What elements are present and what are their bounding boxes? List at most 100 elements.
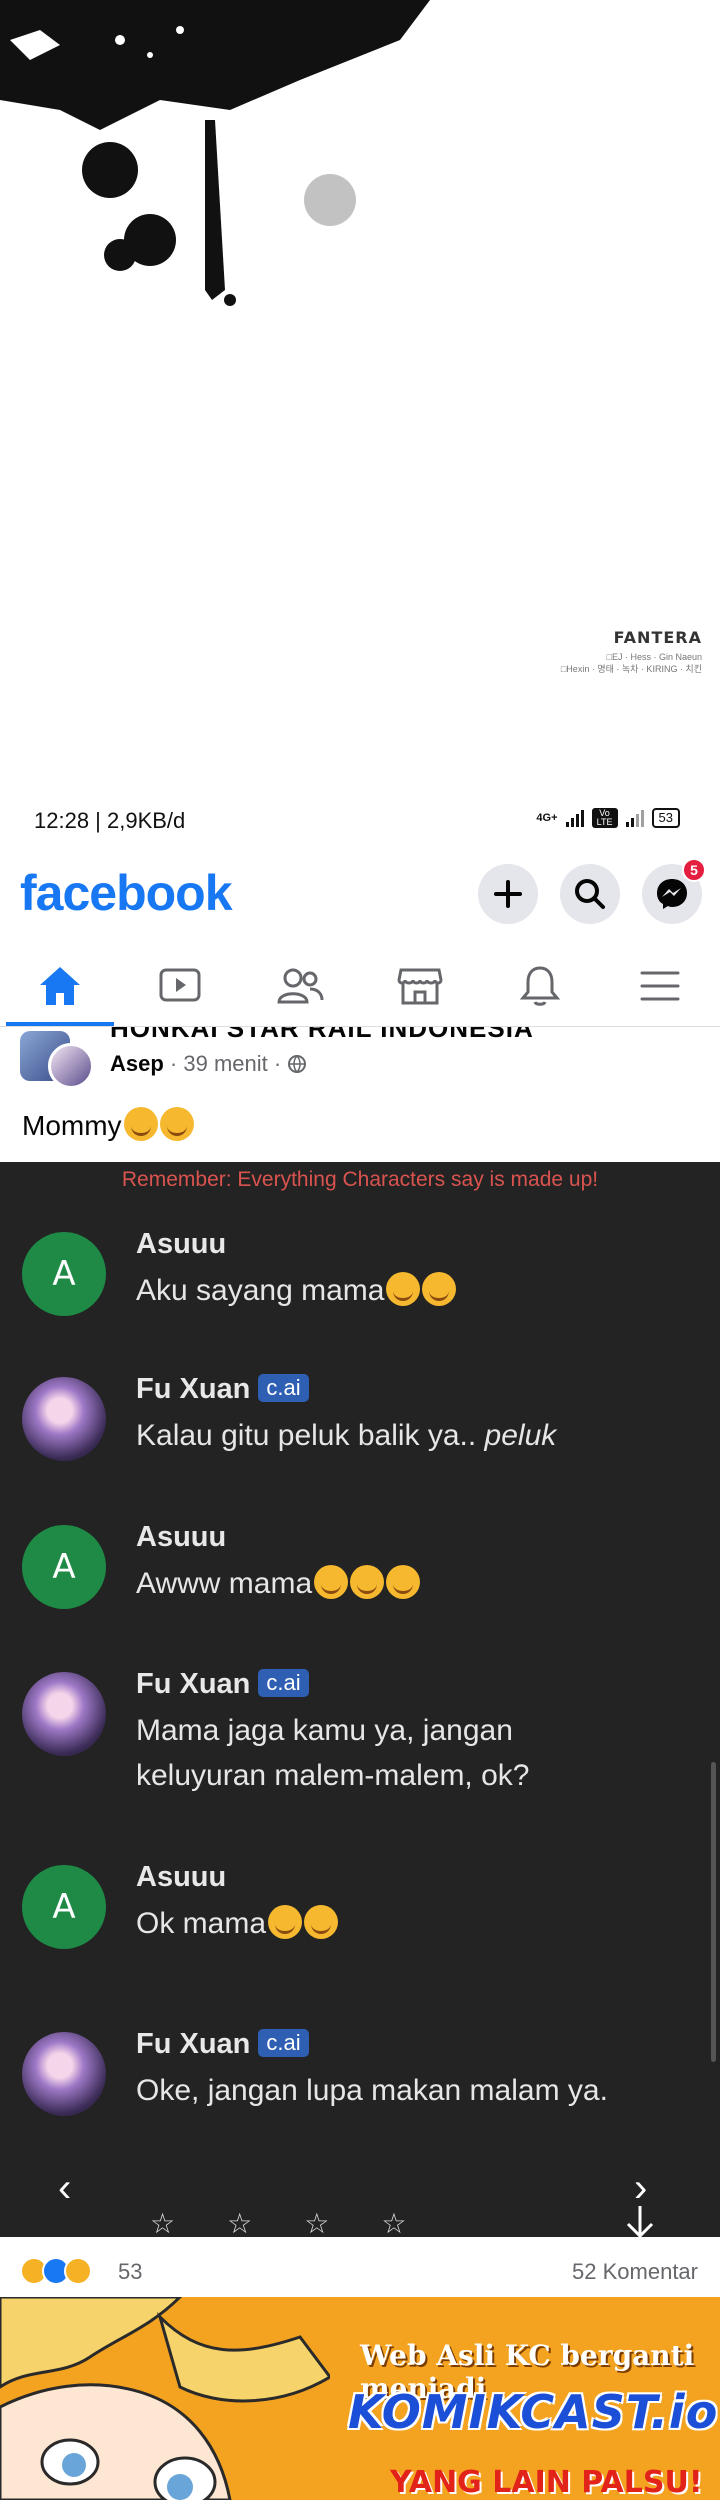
message-content: Aku sayang mama xyxy=(136,1274,385,1307)
star-icon[interactable]: ☆ xyxy=(227,2207,252,2237)
message-action: peluk xyxy=(484,1419,557,1452)
anime-character-illustration xyxy=(0,2297,330,2500)
page: FANTERA □EJ · Hess · Gin Naeun □Hexin · … xyxy=(0,0,720,2500)
user-avatar: A xyxy=(22,1865,106,1949)
post-card: HONKAI STAR RAIL INDONESIA Asep · 39 men… xyxy=(0,1027,720,1162)
post-text: Mommy xyxy=(22,1107,194,1142)
smiling-hearts-emoji-icon xyxy=(159,1107,194,1141)
menu-icon xyxy=(640,971,680,1001)
character-avatar xyxy=(22,1377,106,1461)
user-avatar: A xyxy=(22,1525,106,1609)
globe-icon xyxy=(288,1055,307,1074)
message-text: Kalau gitu peluk balik ya.. peluk xyxy=(136,1413,696,1458)
smiling-hearts-emoji-icon xyxy=(314,1565,349,1599)
volte-label: Vo LTE xyxy=(591,808,618,828)
star-icon[interactable]: ☆ xyxy=(304,2207,329,2237)
tab-menu[interactable] xyxy=(630,961,690,1011)
message-text: Oke, jangan lupa makan malam ya. xyxy=(136,2074,608,2107)
komikcast-banner: Web Asli KC berganti menjadi KOMIKCAST.i… xyxy=(0,2297,720,2500)
reaction-icons[interactable] xyxy=(20,2257,92,2285)
search-icon xyxy=(575,879,605,909)
plus-icon xyxy=(494,880,522,908)
message-text: Awww mama xyxy=(136,1561,696,1606)
scrollbar[interactable] xyxy=(711,1762,716,2062)
manga-credit: FANTERA □EJ · Hess · Gin Naeun □Hexin · … xyxy=(561,628,702,675)
tab-marketplace[interactable] xyxy=(390,961,450,1011)
smiling-hearts-emoji-icon xyxy=(386,1565,421,1599)
cai-tag: c.ai xyxy=(258,2029,309,2057)
banner-site-name[interactable]: KOMIKCAST.io xyxy=(348,2385,718,2439)
message-content: Ok mama xyxy=(136,1907,267,1940)
post-time[interactable]: 39 menit xyxy=(183,1051,267,1076)
comment-count[interactable]: 52 Komentar xyxy=(572,2259,698,2285)
smiling-hearts-emoji-icon xyxy=(386,1272,421,1306)
post-avatar[interactable] xyxy=(20,1031,96,1089)
message-text: Ok mama xyxy=(136,1901,696,1946)
chat-disclaimer: Remember: Everything Characters say is m… xyxy=(121,1168,599,1191)
separator: · xyxy=(169,1051,184,1076)
cai-tag: c.ai xyxy=(258,1669,309,1697)
star-icon[interactable]: ☆ xyxy=(150,2207,175,2237)
network-label: 4G+ xyxy=(536,812,558,824)
signal-icon-2 xyxy=(625,809,644,827)
chat-screenshot[interactable]: Remember: Everything Characters say is m… xyxy=(0,1162,720,2237)
message-text: Mama jaga kamu ya, jangan keluyuran male… xyxy=(136,1714,530,1792)
sender-name: Asuuu xyxy=(136,1861,227,1893)
smiling-hearts-emoji-icon xyxy=(268,1905,303,1939)
home-icon xyxy=(40,967,80,1005)
star-icon[interactable]: ☆ xyxy=(381,2207,406,2237)
sender-name: Asuuu xyxy=(136,1228,227,1260)
sender-name: Fu Xuan c.ai xyxy=(136,1373,309,1406)
author-avatar xyxy=(48,1043,94,1089)
tab-friends[interactable] xyxy=(270,961,330,1011)
status-time: 12:28 | 2,9KB/d xyxy=(34,808,186,833)
message-content: Awww mama xyxy=(136,1567,313,1600)
sender-name-text: Fu Xuan xyxy=(136,1373,251,1405)
prev-arrow-icon[interactable]: ‹ xyxy=(58,2166,71,2211)
active-tab-indicator xyxy=(6,1022,114,1026)
battery-icon: 53 xyxy=(651,808,680,828)
friends-icon xyxy=(277,968,324,1004)
marketplace-icon xyxy=(397,968,443,1005)
sender-name: Asuuu xyxy=(136,1521,227,1553)
credit-line: □Hexin · 명태 · 녹차 · KIRING · 치킨 xyxy=(560,664,702,674)
sender-name-text: Fu Xuan xyxy=(136,1668,251,1700)
rating-stars[interactable]: ☆ ☆ ☆ ☆ xyxy=(150,2207,406,2237)
create-button[interactable] xyxy=(478,864,538,924)
tab-video[interactable] xyxy=(150,961,210,1011)
bell-icon xyxy=(520,966,560,1006)
messenger-button[interactable]: 5 xyxy=(642,858,706,924)
separator: · xyxy=(273,1051,288,1076)
facebook-logo[interactable]: facebook xyxy=(20,864,233,922)
messenger-icon xyxy=(657,879,687,909)
message-content: Kalau gitu peluk balik ya.. xyxy=(136,1419,485,1452)
manga-art-panel: FANTERA □EJ · Hess · Gin Naeun □Hexin · … xyxy=(0,0,720,780)
status-bar: 12:28 | 2,9KB/d 4G+ Vo LTE 53 xyxy=(0,800,720,842)
smiling-hearts-emoji-icon xyxy=(350,1565,385,1599)
smiling-hearts-emoji-icon xyxy=(304,1905,339,1939)
video-icon xyxy=(159,968,201,1002)
search-button[interactable] xyxy=(560,864,620,924)
message-text: Aku sayang mama xyxy=(136,1268,696,1313)
sender-name: Fu Xuan c.ai xyxy=(136,1668,309,1701)
smiling-hearts-emoji-icon xyxy=(123,1107,158,1141)
sender-name-text: Fu Xuan xyxy=(136,2028,251,2060)
reaction-count[interactable]: 53 xyxy=(118,2259,142,2285)
status-icons: 4G+ Vo LTE 53 xyxy=(536,808,680,828)
character-avatar xyxy=(22,1672,106,1756)
tab-notifications[interactable] xyxy=(510,961,570,1011)
messenger-badge: 5 xyxy=(682,858,706,882)
sender-name: Fu Xuan c.ai xyxy=(136,2028,309,2061)
arrow-down-icon[interactable] xyxy=(620,2202,660,2237)
character-avatar xyxy=(22,2032,106,2116)
post-meta: Asep · 39 menit · xyxy=(110,1051,307,1077)
group-name[interactable]: HONKAI STAR RAIL INDONESIA xyxy=(110,1027,534,1044)
scanlator-brand: FANTERA xyxy=(613,628,702,647)
haha-reaction-icon xyxy=(64,2257,92,2285)
credit-line: □EJ · Hess · Gin Naeun xyxy=(606,652,702,662)
signal-icon xyxy=(565,809,584,827)
tab-home[interactable] xyxy=(30,961,90,1011)
reactions-bar: 53 52 Komentar xyxy=(0,2237,720,2297)
author-name[interactable]: Asep xyxy=(110,1051,164,1076)
facebook-header: facebook 5 xyxy=(0,850,720,940)
